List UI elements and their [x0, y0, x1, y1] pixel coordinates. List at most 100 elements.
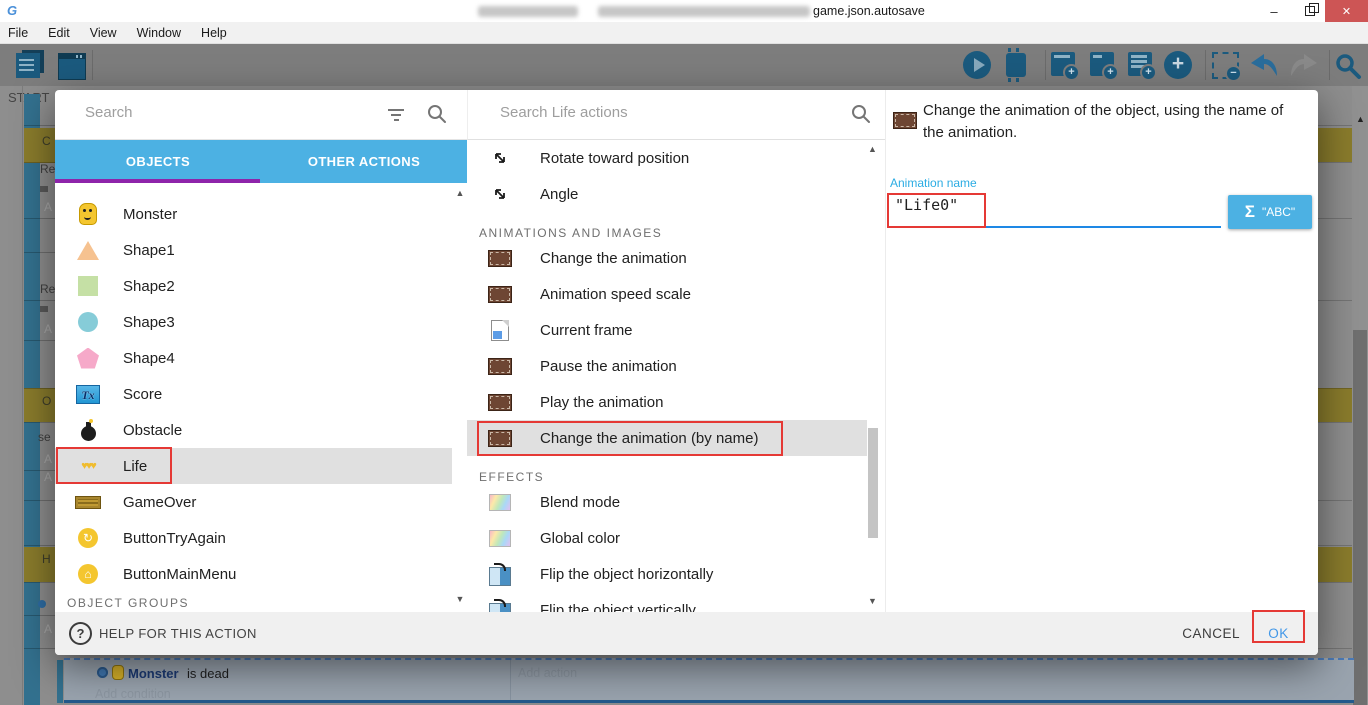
panel-divider	[885, 90, 886, 612]
scrollbar-thumb[interactable]	[868, 428, 878, 538]
scrollbar-thumb[interactable]	[1353, 330, 1367, 705]
tab-other-actions[interactable]: OTHER ACTIONS	[261, 140, 467, 183]
film-icon	[487, 389, 513, 415]
search-icon[interactable]	[427, 104, 447, 124]
annotation-box-ok-button	[1252, 610, 1305, 643]
event-text-fragment: C	[42, 134, 51, 148]
title-bar: G game.json.autosave – ✕	[0, 0, 1368, 22]
help-link[interactable]: HELP FOR THIS ACTION	[99, 626, 257, 641]
action-row-pause-animation[interactable]: Pause the animation	[467, 348, 867, 384]
menu-help[interactable]: Help	[191, 26, 237, 40]
camera-icon	[40, 306, 48, 312]
event-text-fragment: A	[44, 470, 52, 484]
restore-button[interactable]	[1294, 0, 1326, 22]
monster-thumbnail-icon	[112, 665, 124, 680]
object-row-shape1[interactable]: Shape1	[55, 232, 452, 268]
action-row-current-frame[interactable]: Current frame	[467, 312, 867, 348]
selected-event-row[interactable]: Monster is dead Add condition Add action	[64, 658, 1354, 703]
minimize-button[interactable]: –	[1258, 0, 1290, 22]
undo-icon[interactable]	[1248, 52, 1280, 79]
action-row-global-color[interactable]: Global color	[467, 520, 867, 556]
square-icon	[75, 273, 101, 299]
cancel-button[interactable]: CANCEL	[1155, 626, 1240, 641]
home-button-icon: ⌂	[75, 561, 101, 587]
menu-edit[interactable]: Edit	[38, 26, 80, 40]
scroll-up-icon[interactable]: ▲	[454, 188, 466, 198]
object-row-gameover[interactable]: GameOver	[55, 484, 452, 520]
object-row-buttontryagain[interactable]: ↻ ButtonTryAgain	[55, 520, 452, 556]
event-text-fragment: O	[42, 394, 51, 408]
scroll-up-icon[interactable]: ▲	[1356, 114, 1365, 124]
objects-search-input[interactable]	[83, 103, 367, 122]
gdevelop-logo-icon: G	[7, 3, 17, 18]
add-new-icon[interactable]: +	[1164, 51, 1192, 79]
gradient-icon	[487, 525, 513, 551]
sheet-divider	[22, 86, 23, 705]
object-groups-header: OBJECT GROUPS	[67, 596, 189, 610]
object-row-monster[interactable]: Monster	[55, 196, 452, 232]
filter-icon[interactable]	[388, 109, 404, 124]
condition-action-divider	[510, 660, 511, 700]
object-row-shape4[interactable]: Shape4	[55, 340, 452, 376]
action-row-flip-vertically[interactable]: Flip the object vertically	[467, 592, 867, 612]
flip-icon	[487, 597, 513, 612]
object-row-obstacle[interactable]: Obstacle	[55, 412, 452, 448]
redacted-title-segment	[478, 6, 578, 17]
add-event-icon[interactable]: +	[1051, 52, 1075, 76]
search-icon[interactable]	[1334, 52, 1362, 80]
scroll-down-icon[interactable]: ▼	[454, 594, 466, 604]
add-comment-icon[interactable]: +	[1128, 52, 1152, 76]
scene-editor-icon[interactable]	[58, 53, 86, 80]
action-row-flip-horizontally[interactable]: Flip the object horizontally	[467, 556, 867, 592]
objects-search-bar	[55, 90, 467, 140]
expression-editor-button[interactable]: Σ "ABC"	[1228, 195, 1312, 229]
action-row-change-animation[interactable]: Change the animation	[467, 240, 867, 276]
add-condition-link[interactable]: Add condition	[95, 687, 171, 701]
bomb-icon	[75, 417, 101, 443]
menu-window[interactable]: Window	[127, 26, 191, 40]
object-row-shape3[interactable]: Shape3	[55, 304, 452, 340]
pentagon-icon	[75, 345, 101, 371]
tab-objects[interactable]: OBJECTS	[55, 140, 261, 183]
film-icon	[487, 281, 513, 307]
condition-text: is dead	[187, 666, 229, 681]
diagonal-arrow-icon	[487, 145, 513, 171]
scroll-up-icon[interactable]: ▲	[868, 144, 877, 154]
actions-list: Rotate toward position Angle ANIMATIONS …	[467, 140, 885, 612]
object-row-buttonmainmenu[interactable]: ⌂ ButtonMainMenu	[55, 556, 452, 592]
debugger-icon[interactable]	[1006, 53, 1026, 77]
action-row-play-animation[interactable]: Play the animation	[467, 384, 867, 420]
event-text-fragment: Re	[40, 282, 55, 296]
film-icon	[893, 112, 917, 129]
action-row-rotate-toward-position[interactable]: Rotate toward position	[467, 140, 867, 176]
menu-file[interactable]: File	[0, 26, 38, 40]
event-text-fragment: se	[38, 430, 51, 444]
play-icon[interactable]	[963, 51, 991, 79]
help-icon[interactable]: ?	[69, 622, 92, 645]
add-subevent-icon[interactable]: +	[1090, 52, 1114, 76]
main-scrollbar[interactable]: ▲	[1352, 86, 1368, 705]
close-button[interactable]: ✕	[1325, 0, 1368, 22]
add-action-link[interactable]: Add action	[518, 666, 577, 680]
object-row-score[interactable]: Score	[55, 376, 452, 412]
menu-view[interactable]: View	[80, 26, 127, 40]
redo-icon[interactable]	[1288, 52, 1320, 79]
toolbar-divider	[1045, 50, 1046, 80]
sigma-icon: Σ	[1245, 202, 1255, 222]
object-row-shape2[interactable]: Shape2	[55, 268, 452, 304]
action-row-animation-speed-scale[interactable]: Animation speed scale	[467, 276, 867, 312]
toolbar-divider	[1329, 50, 1330, 80]
actions-search-input[interactable]	[498, 103, 802, 122]
event-text-fragment: A	[44, 622, 52, 636]
object-tabs: OBJECTS OTHER ACTIONS	[55, 140, 467, 183]
monster-icon	[75, 201, 101, 227]
action-row-blend-mode[interactable]: Blend mode	[467, 484, 867, 520]
events-sheet-icon[interactable]	[16, 53, 40, 78]
annotation-box-animation-name-value	[887, 193, 986, 228]
search-icon[interactable]	[851, 104, 871, 124]
action-row-angle[interactable]: Angle	[467, 176, 867, 212]
delete-event-icon[interactable]: −	[1212, 52, 1239, 79]
scroll-down-icon[interactable]: ▼	[868, 596, 877, 606]
action-editor-dialog: OBJECTS OTHER ACTIONS Monster Shape1 Sha…	[55, 90, 1318, 655]
toolbar-divider	[1205, 50, 1206, 80]
